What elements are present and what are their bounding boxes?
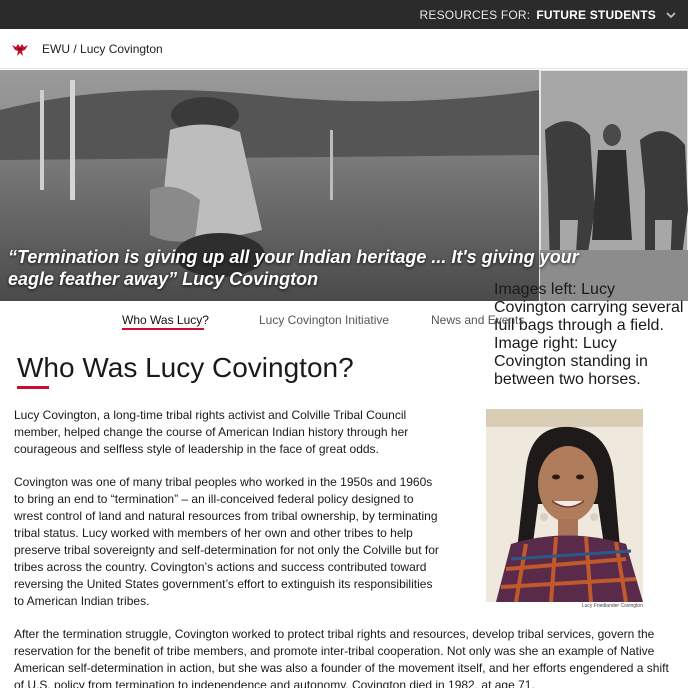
portrait-caption: Lucy Friedlander Covington <box>581 603 643 609</box>
resources-prefix: RESOURCES FOR: <box>419 7 531 22</box>
breadcrumb-bar: EWU / Lucy Covington <box>0 29 688 69</box>
termination-paragraph: Covington was one of many tribal peoples… <box>14 475 439 608</box>
intro-paragraph: Lucy Covington, a long-time tribal right… <box>14 408 409 456</box>
breadcrumb-current: Lucy Covington <box>80 41 163 56</box>
resources-bar: RESOURCES FOR: FUTURE STUDENTS <box>0 0 688 29</box>
audience-selector[interactable]: FUTURE STUDENTS <box>536 8 656 22</box>
lucy-covington-portrait <box>486 409 643 602</box>
tab-who-was-lucy[interactable]: Who Was Lucy? <box>122 313 209 327</box>
active-tab-indicator <box>122 328 204 330</box>
breadcrumb-separator: / <box>70 41 81 56</box>
tab-news-and-events[interactable]: News and Events <box>431 313 524 327</box>
eagle-logo-icon[interactable] <box>10 39 30 59</box>
section-tabs: Who Was Lucy? Lucy Covington Initiative … <box>0 301 688 341</box>
tab-lucy-covington-initiative[interactable]: Lucy Covington Initiative <box>259 313 389 327</box>
breadcrumb: EWU / Lucy Covington <box>42 42 163 56</box>
hero-banner: “Termination is giving up all your India… <box>0 70 688 301</box>
page-title: Who Was Lucy Covington? <box>17 352 354 383</box>
legacy-paragraph: After the termination struggle, Covingto… <box>14 627 669 688</box>
title-accent-rule <box>17 386 49 389</box>
chevron-down-icon[interactable] <box>664 8 678 22</box>
breadcrumb-root-link[interactable]: EWU <box>42 42 70 56</box>
